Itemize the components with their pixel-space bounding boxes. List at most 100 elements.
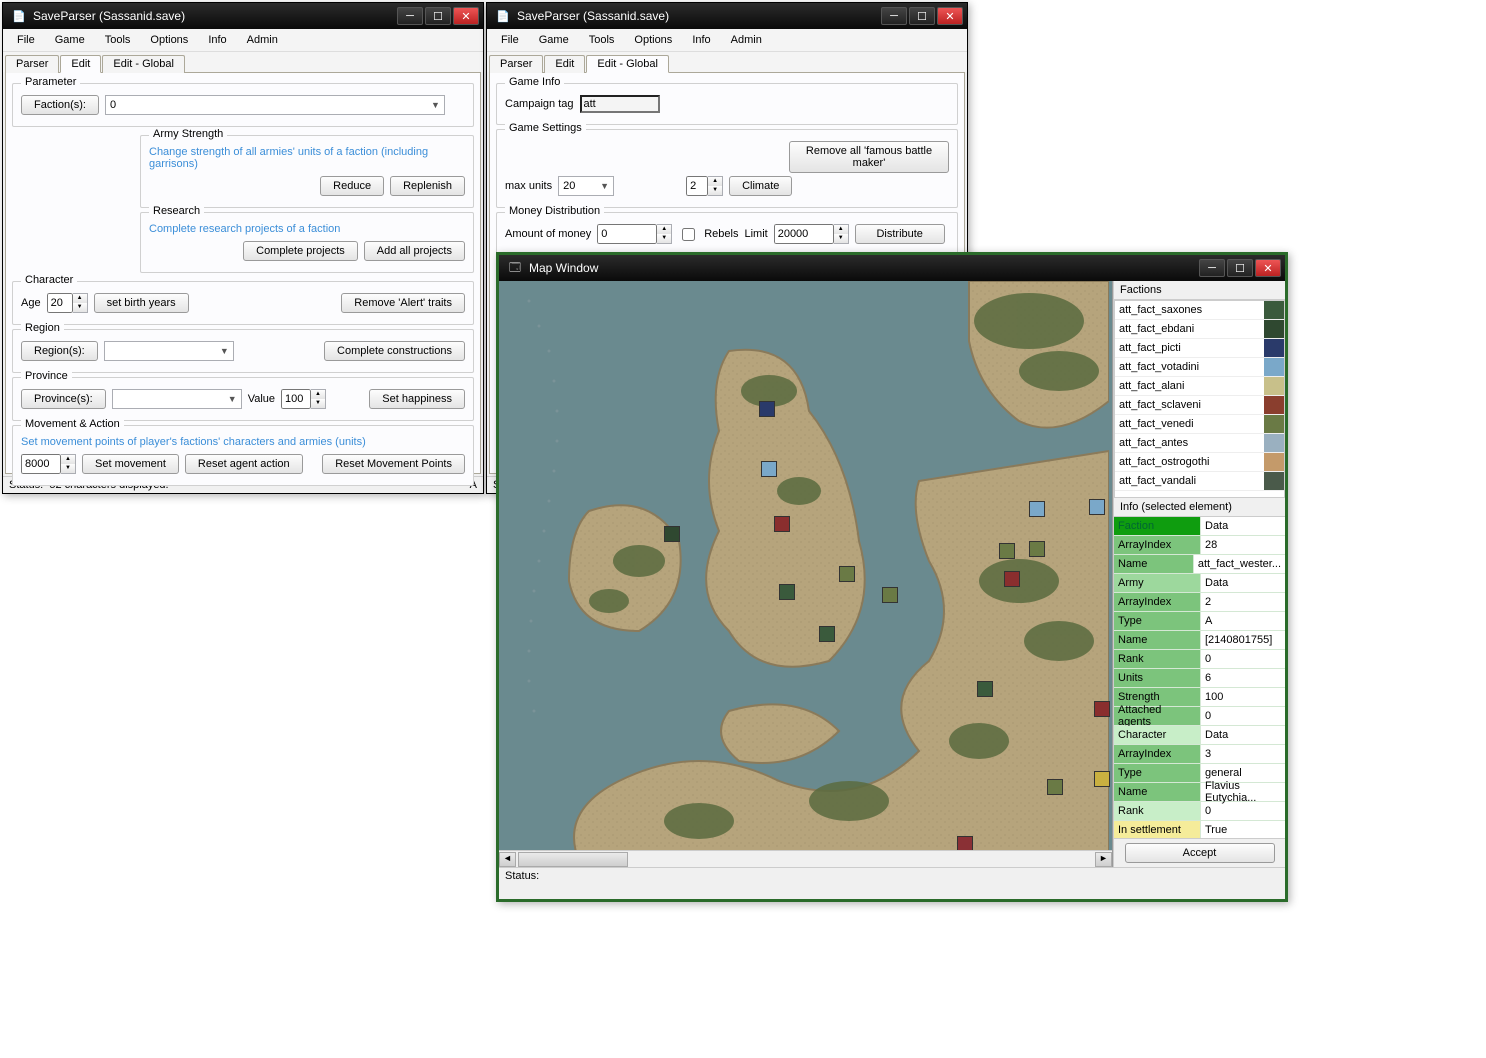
max-units-combo[interactable]: 20▼ (558, 176, 614, 196)
map-marker[interactable] (1004, 571, 1020, 587)
faction-combo[interactable]: 0▼ (105, 95, 445, 115)
close-button[interactable]: ✕ (1255, 259, 1281, 277)
remove-famous-button[interactable]: Remove all 'famous battle maker' (789, 141, 949, 173)
faction-row[interactable]: att_fact_venedi (1115, 415, 1284, 434)
info-row[interactable]: Rank0 (1114, 650, 1285, 669)
set-happiness-button[interactable]: Set happiness (369, 389, 465, 409)
faction-row[interactable]: att_fact_sclaveni (1115, 396, 1284, 415)
maximize-button[interactable]: ☐ (909, 7, 935, 25)
map-scrollbar-horizontal[interactable]: ◄ ► (499, 850, 1112, 867)
factions-list[interactable]: att_fact_saxonesatt_fact_ebdaniatt_fact_… (1114, 300, 1285, 498)
info-row[interactable]: NameFlavius Eutychia... (1114, 783, 1285, 802)
spin-up-icon[interactable]: ▲ (73, 294, 87, 303)
climate-button[interactable]: Climate (729, 176, 792, 196)
menu-tools[interactable]: Tools (581, 32, 623, 48)
info-row[interactable]: In settlementTrue (1114, 821, 1285, 838)
faction-row[interactable]: att_fact_picti (1115, 339, 1284, 358)
spin-down-icon[interactable]: ▼ (657, 234, 671, 243)
menu-options[interactable]: Options (626, 32, 680, 48)
spin-up-icon[interactable]: ▲ (61, 455, 75, 464)
map-marker[interactable] (759, 401, 775, 417)
map-marker[interactable] (664, 526, 680, 542)
info-grid[interactable]: FactionDataArrayIndex28Nameatt_fact_west… (1114, 517, 1285, 838)
amount-input[interactable] (597, 224, 657, 244)
map-marker[interactable] (1047, 779, 1063, 795)
info-row[interactable]: ArrayIndex28 (1114, 536, 1285, 555)
reset-agent-action-button[interactable]: Reset agent action (185, 454, 303, 474)
add-all-projects-button[interactable]: Add all projects (364, 241, 465, 261)
limit-spinner[interactable]: ▲▼ (774, 224, 849, 244)
minimize-button[interactable]: ─ (397, 7, 423, 25)
tab-edit[interactable]: Edit (60, 55, 101, 73)
spin-up-icon[interactable]: ▲ (657, 225, 671, 234)
scrollbar-thumb[interactable] (518, 852, 628, 867)
info-row[interactable]: ArrayIndex2 (1114, 593, 1285, 612)
faction-button[interactable]: Faction(s): (21, 95, 99, 115)
map-marker[interactable] (839, 566, 855, 582)
map-marker[interactable] (1029, 501, 1045, 517)
map-marker[interactable] (819, 626, 835, 642)
menu-options[interactable]: Options (142, 32, 196, 48)
movement-input[interactable] (21, 454, 61, 474)
minimize-button[interactable]: ─ (1199, 259, 1225, 277)
menu-game[interactable]: Game (531, 32, 577, 48)
menu-admin[interactable]: Admin (239, 32, 286, 48)
complete-projects-button[interactable]: Complete projects (243, 241, 358, 261)
map-marker[interactable] (1029, 541, 1045, 557)
map-marker[interactable] (999, 543, 1015, 559)
tab-edit-global[interactable]: Edit - Global (586, 55, 669, 73)
map-marker[interactable] (761, 461, 777, 477)
climate-cycles-input[interactable] (686, 176, 708, 196)
faction-row[interactable]: att_fact_ebdani (1115, 320, 1284, 339)
titlebar[interactable]: 📄 SaveParser (Sassanid.save) ─ ☐ ✕ (487, 3, 967, 29)
limit-input[interactable] (774, 224, 834, 244)
map-marker[interactable] (882, 587, 898, 603)
map-canvas[interactable] (499, 281, 1112, 850)
remove-alert-traits-button[interactable]: Remove 'Alert' traits (341, 293, 465, 313)
info-row[interactable]: ArmyData (1114, 574, 1285, 593)
spin-down-icon[interactable]: ▼ (311, 399, 325, 408)
spin-up-icon[interactable]: ▲ (311, 390, 325, 399)
faction-row[interactable]: att_fact_alani (1115, 377, 1284, 396)
info-row[interactable]: FactionData (1114, 517, 1285, 536)
rebels-checkbox[interactable] (682, 228, 695, 241)
tab-edit[interactable]: Edit (544, 55, 585, 73)
faction-row[interactable]: att_fact_antes (1115, 434, 1284, 453)
info-row[interactable]: Name[2140801755] (1114, 631, 1285, 650)
info-row[interactable]: Units6 (1114, 669, 1285, 688)
spin-down-icon[interactable]: ▼ (73, 303, 87, 312)
happiness-spinner[interactable]: ▲▼ (281, 389, 326, 409)
menu-file[interactable]: File (9, 32, 43, 48)
scroll-right-icon[interactable]: ► (1095, 852, 1112, 867)
age-spinner[interactable]: ▲▼ (47, 293, 88, 313)
menu-info[interactable]: Info (684, 32, 718, 48)
regions-button[interactable]: Region(s): (21, 341, 98, 361)
distribute-button[interactable]: Distribute (855, 224, 945, 244)
map-marker[interactable] (1094, 701, 1110, 717)
climate-cycles-spinner[interactable]: ▲▼ (686, 176, 723, 196)
spin-down-icon[interactable]: ▼ (708, 186, 722, 195)
accept-button[interactable]: Accept (1125, 843, 1275, 863)
maximize-button[interactable]: ☐ (1227, 259, 1253, 277)
faction-row[interactable]: att_fact_votadini (1115, 358, 1284, 377)
faction-row[interactable]: att_fact_saxones (1115, 301, 1284, 320)
reduce-button[interactable]: Reduce (320, 176, 384, 196)
titlebar[interactable]: 📄 SaveParser (Sassanid.save) ─ ☐ ✕ (3, 3, 483, 29)
map-marker[interactable] (779, 584, 795, 600)
menu-admin[interactable]: Admin (723, 32, 770, 48)
info-row[interactable]: Nameatt_fact_wester... (1114, 555, 1285, 574)
faction-row[interactable]: att_fact_ostrogothi (1115, 453, 1284, 472)
regions-combo[interactable]: ▼ (104, 341, 234, 361)
provinces-button[interactable]: Province(s): (21, 389, 106, 409)
age-input[interactable] (47, 293, 73, 313)
menu-game[interactable]: Game (47, 32, 93, 48)
map-marker[interactable] (774, 516, 790, 532)
maximize-button[interactable]: ☐ (425, 7, 451, 25)
spin-down-icon[interactable]: ▼ (834, 234, 848, 243)
amount-spinner[interactable]: ▲▼ (597, 224, 672, 244)
movement-spinner[interactable]: ▲▼ (21, 454, 76, 474)
tab-edit-global[interactable]: Edit - Global (102, 55, 185, 73)
map-marker[interactable] (1089, 499, 1105, 515)
faction-row[interactable]: att_fact_vandali (1115, 472, 1284, 491)
menu-info[interactable]: Info (200, 32, 234, 48)
